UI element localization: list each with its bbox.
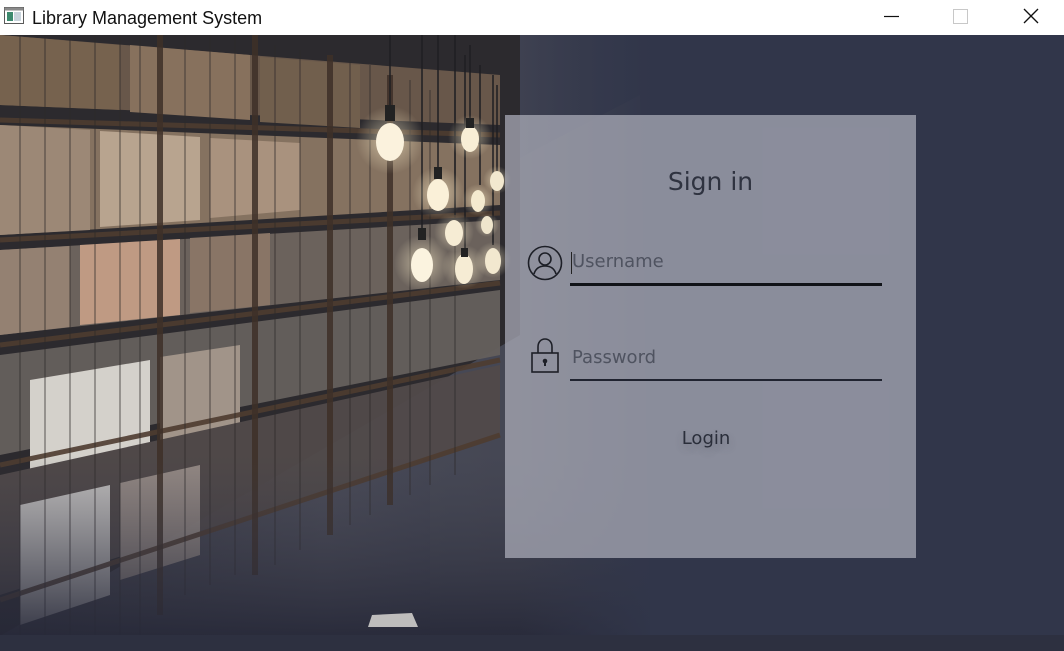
text-cursor: [571, 252, 572, 274]
minimize-icon: [884, 15, 899, 18]
password-underline: [570, 379, 882, 381]
login-screen: Sign in Login: [0, 35, 1064, 651]
minimize-button[interactable]: [868, 0, 914, 32]
maximize-icon: [953, 9, 968, 24]
sign-in-heading: Sign in: [667, 167, 754, 196]
password-field[interactable]: [570, 339, 882, 381]
login-button[interactable]: Login: [655, 420, 757, 456]
title-bar[interactable]: Library Management System: [0, 0, 1064, 35]
login-panel: Sign in Login: [505, 115, 916, 558]
username-input[interactable]: [570, 243, 882, 279]
window-title: Library Management System: [32, 8, 263, 28]
bottom-strip: [0, 635, 1064, 651]
close-icon: [1023, 8, 1039, 24]
app-window: Library Management System Sign in Userna…: [0, 0, 1064, 651]
username-field[interactable]: [570, 243, 882, 286]
lock-icon: [531, 338, 559, 373]
username-underline: [570, 283, 882, 286]
user-circle-icon: [527, 245, 563, 281]
app-window-icon: [4, 7, 24, 24]
password-input[interactable]: [570, 339, 882, 375]
maximize-button[interactable]: [937, 0, 983, 32]
close-button[interactable]: [1008, 0, 1054, 32]
